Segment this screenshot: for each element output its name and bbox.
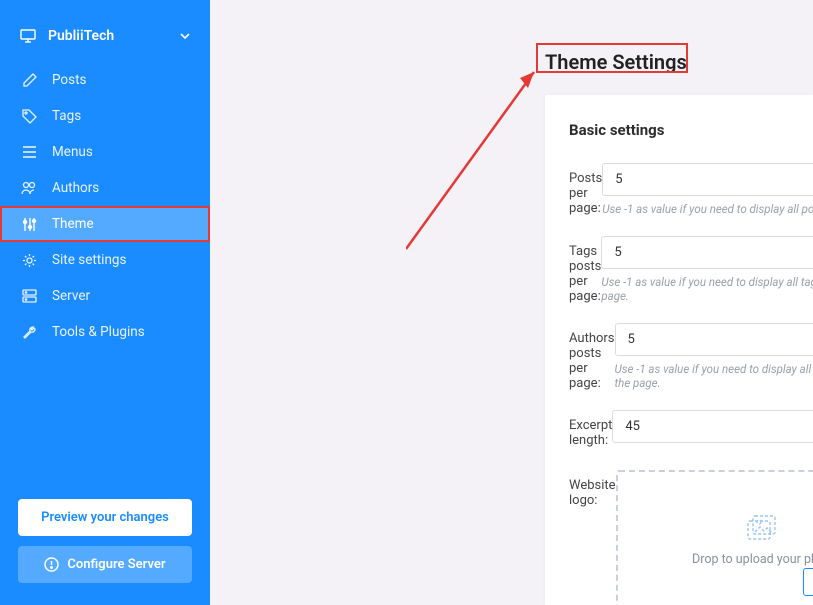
sidebar-item-label: Server xyxy=(52,288,90,304)
site-switcher[interactable]: PubliiTech xyxy=(0,18,210,62)
tags-posts-per-page-input[interactable] xyxy=(601,236,813,269)
sliders-icon xyxy=(20,217,38,232)
excerpt-length-input[interactable] xyxy=(612,410,813,443)
annotation-arrow xyxy=(406,64,546,264)
posts-per-page-label: Posts per page: xyxy=(569,163,602,216)
main-content: Theme Settings Basic settings Posts per … xyxy=(210,0,813,605)
preview-button[interactable]: Preview your changes xyxy=(18,499,192,536)
authors-posts-per-page-input[interactable] xyxy=(615,323,813,356)
settings-card: Basic settings Posts per page: Use -1 as… xyxy=(545,95,813,605)
sidebar-item-posts[interactable]: Posts xyxy=(0,62,210,98)
sidebar-nav: Posts Tags Menus Authors xyxy=(0,62,210,350)
wrench-icon xyxy=(20,325,38,340)
sidebar-item-label: Authors xyxy=(52,180,99,196)
posts-per-page-input[interactable] xyxy=(602,163,813,196)
page-title: Theme Settings xyxy=(545,50,687,74)
section-title: Basic settings xyxy=(569,121,813,139)
configure-label: Configure Server xyxy=(67,557,165,572)
tags-posts-per-page-hint: Use -1 as value if you need to display a… xyxy=(601,275,813,303)
authors-posts-per-page-label: Authors posts per page: xyxy=(569,323,615,391)
sidebar-item-label: Site settings xyxy=(52,252,126,268)
sidebar-item-label: Tools & Plugins xyxy=(52,324,145,340)
sidebar-item-label: Theme xyxy=(52,216,94,232)
alert-icon xyxy=(44,557,59,572)
posts-per-page-hint: Use -1 as value if you need to display a… xyxy=(602,202,813,216)
website-logo-label: Website logo: xyxy=(569,470,616,508)
sidebar-item-authors[interactable]: Authors xyxy=(0,170,210,206)
image-icon xyxy=(744,514,778,544)
sidebar: PubliiTech Posts Tags xyxy=(0,0,210,605)
chevron-down-icon xyxy=(180,33,190,39)
excerpt-length-label: Excerpt length: xyxy=(569,410,612,448)
sidebar-item-label: Menus xyxy=(52,144,93,160)
drop-text: Drop to upload your phot xyxy=(692,552,813,567)
sidebar-item-label: Posts xyxy=(52,72,86,88)
server-icon xyxy=(20,289,38,303)
menu-icon xyxy=(20,146,38,158)
site-name: PubliiTech xyxy=(48,28,114,44)
logo-drop-zone[interactable]: Drop to upload your phot Choose File xyxy=(616,470,813,605)
users-icon xyxy=(20,181,38,195)
pencil-icon xyxy=(20,73,38,88)
sidebar-item-theme[interactable]: Theme xyxy=(0,206,210,242)
tag-icon xyxy=(20,109,38,124)
sidebar-item-tags[interactable]: Tags xyxy=(0,98,210,134)
monitor-icon xyxy=(20,29,38,43)
gear-icon xyxy=(20,253,38,268)
sidebar-item-server[interactable]: Server xyxy=(0,278,210,314)
choose-file-button[interactable]: Choose File xyxy=(803,568,813,596)
sidebar-item-label: Tags xyxy=(52,108,81,124)
preview-label: Preview your changes xyxy=(41,510,169,525)
tags-posts-per-page-label: Tags posts per page: xyxy=(569,236,601,304)
sidebar-item-menus[interactable]: Menus xyxy=(0,134,210,170)
authors-posts-per-page-hint: Use -1 as value if you need to display a… xyxy=(615,362,813,390)
sidebar-item-site-settings[interactable]: Site settings xyxy=(0,242,210,278)
sidebar-item-tools[interactable]: Tools & Plugins xyxy=(0,314,210,350)
configure-server-button[interactable]: Configure Server xyxy=(18,546,192,583)
